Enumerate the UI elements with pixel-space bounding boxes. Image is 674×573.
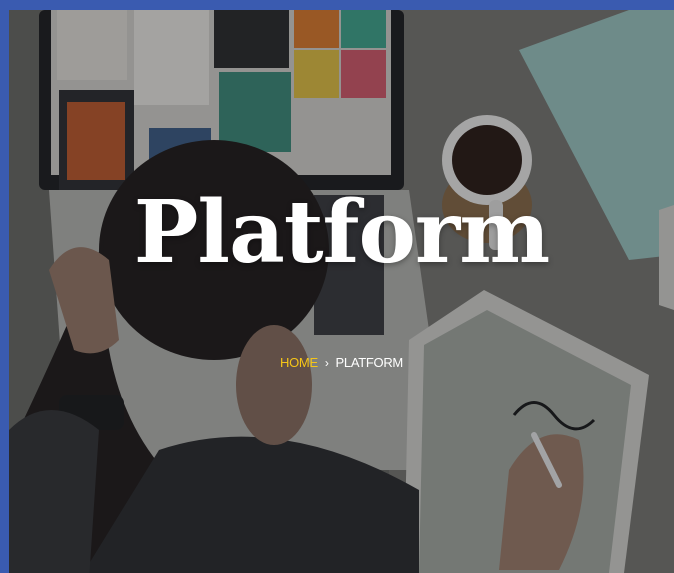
chevron-right-icon: ›	[324, 356, 329, 370]
hero-dark-overlay	[9, 10, 674, 573]
page-frame: Platform HOME › PLATFORM	[0, 0, 674, 573]
breadcrumb-home-link[interactable]: HOME	[280, 355, 318, 370]
breadcrumb-current: PLATFORM	[335, 355, 404, 370]
breadcrumb: HOME › PLATFORM	[9, 355, 674, 370]
hero-banner: Platform HOME › PLATFORM	[9, 10, 674, 573]
page-title: Platform	[133, 182, 550, 283]
